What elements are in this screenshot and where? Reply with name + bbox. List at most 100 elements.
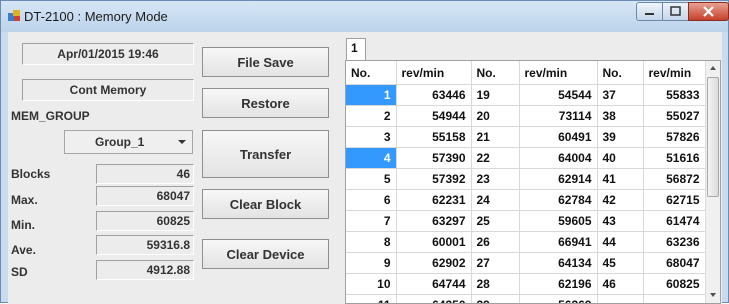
table-row[interactable]: 106474428621964660825 [346, 274, 705, 295]
rev-value-cell[interactable]: 55833 [643, 85, 705, 106]
row-number-cell[interactable]: 23 [471, 169, 519, 190]
row-number-cell[interactable]: 10 [346, 274, 396, 295]
row-number-cell[interactable]: 4 [346, 148, 396, 169]
col-header-rev[interactable]: rev/min [396, 61, 471, 85]
sd-value: 4912.88 [96, 260, 194, 280]
row-number-cell[interactable]: 25 [471, 211, 519, 232]
rev-value-cell[interactable]: 59605 [519, 211, 597, 232]
rev-value-cell[interactable]: 66941 [519, 232, 597, 253]
table-row[interactable]: 86000126669414463236 [346, 232, 705, 253]
memory-mode-display: Cont Memory [22, 79, 194, 101]
col-header-no[interactable]: No. [346, 61, 396, 85]
row-number-cell[interactable]: 38 [597, 106, 643, 127]
col-header-rev[interactable]: rev/min [519, 61, 597, 85]
rev-value-cell[interactable]: 60491 [519, 127, 597, 148]
row-number-cell[interactable]: 6 [346, 190, 396, 211]
rev-value-cell[interactable]: 62231 [396, 190, 471, 211]
table-row[interactable]: 16344619545443755833 [346, 85, 705, 106]
row-number-cell[interactable]: 26 [471, 232, 519, 253]
maximize-button[interactable] [662, 2, 689, 21]
row-number-cell[interactable]: 3 [346, 127, 396, 148]
rev-value-cell[interactable]: 55158 [396, 127, 471, 148]
rev-value-cell[interactable]: 62914 [519, 169, 597, 190]
close-button[interactable] [688, 2, 729, 21]
rev-value-cell[interactable]: 64134 [519, 253, 597, 274]
rev-value-cell[interactable]: 57390 [396, 148, 471, 169]
row-number-cell[interactable]: 28 [471, 274, 519, 295]
rev-value-cell[interactable]: 63297 [396, 211, 471, 232]
rev-value-cell[interactable]: 63236 [643, 232, 705, 253]
row-number-cell[interactable]: 41 [597, 169, 643, 190]
col-header-no[interactable]: No. [597, 61, 643, 85]
clear-block-button[interactable]: Clear Block [202, 189, 329, 219]
row-number-cell[interactable]: 24 [471, 190, 519, 211]
data-grid[interactable]: No. rev/min No. rev/min No. rev/min 1634… [345, 60, 721, 304]
rev-value-cell[interactable]: 55027 [643, 106, 705, 127]
table-row[interactable]: 55739223629144156872 [346, 169, 705, 190]
rev-value-cell[interactable]: 64004 [519, 148, 597, 169]
ave-value: 59316.8 [96, 235, 194, 255]
row-number-cell[interactable]: 40 [597, 148, 643, 169]
rev-value-cell[interactable]: 61474 [643, 211, 705, 232]
rev-value-cell[interactable]: 64744 [396, 274, 471, 295]
row-number-cell[interactable]: 1 [346, 85, 396, 106]
row-number-cell[interactable]: 37 [597, 85, 643, 106]
scroll-thumb[interactable] [707, 77, 719, 197]
table-row[interactable]: 76329725596054361474 [346, 211, 705, 232]
row-number-cell[interactable]: 39 [597, 127, 643, 148]
minimize-icon [637, 3, 662, 20]
restore-button[interactable]: Restore [202, 88, 329, 118]
row-number-cell[interactable]: 7 [346, 211, 396, 232]
row-number-cell[interactable]: 20 [471, 106, 519, 127]
rev-value-cell[interactable]: 73114 [519, 106, 597, 127]
scroll-up-icon[interactable] [710, 66, 716, 70]
rev-table: No. rev/min No. rev/min No. rev/min 1634… [346, 61, 706, 304]
row-number-cell[interactable]: 27 [471, 253, 519, 274]
min-value: 60825 [96, 211, 194, 231]
row-number-cell[interactable]: 22 [471, 148, 519, 169]
rev-value-cell[interactable]: 60825 [643, 274, 705, 295]
row-number-cell[interactable]: 2 [346, 106, 396, 127]
row-number-cell[interactable]: 45 [597, 253, 643, 274]
scroll-down-icon[interactable] [710, 293, 716, 297]
group-select[interactable]: Group_1 [64, 130, 193, 154]
table-row[interactable]: 25494420731143855027 [346, 106, 705, 127]
col-header-no[interactable]: No. [471, 61, 519, 85]
rev-value-cell[interactable]: 62196 [519, 274, 597, 295]
row-number-cell[interactable]: 42 [597, 190, 643, 211]
rev-value-cell[interactable]: 62902 [396, 253, 471, 274]
table-row[interactable]: 35515821604913957826 [346, 127, 705, 148]
rev-value-cell[interactable]: 62784 [519, 190, 597, 211]
tab-1[interactable]: 1 [346, 38, 366, 61]
minimize-button[interactable] [636, 2, 663, 21]
table-row[interactable]: 96290227641344568047 [346, 253, 705, 274]
table-row[interactable]: 66223124627844262715 [346, 190, 705, 211]
row-number-cell[interactable]: 5 [346, 169, 396, 190]
blocks-value: 46 [96, 164, 194, 184]
transfer-button[interactable]: Transfer [202, 130, 329, 178]
row-number-cell[interactable]: 21 [471, 127, 519, 148]
row-number-cell[interactable]: 9 [346, 253, 396, 274]
mem-group-label: MEM_GROUP [11, 109, 90, 123]
file-save-button[interactable]: File Save [202, 47, 329, 77]
rev-value-cell[interactable]: 54944 [396, 106, 471, 127]
rev-value-cell[interactable]: 63446 [396, 85, 471, 106]
vertical-scrollbar[interactable] [705, 61, 721, 303]
row-number-cell[interactable]: 8 [346, 232, 396, 253]
clear-device-button[interactable]: Clear Device [202, 239, 329, 269]
rev-value-cell[interactable]: 54544 [519, 85, 597, 106]
rev-value-cell[interactable]: 60001 [396, 232, 471, 253]
rev-value-cell[interactable]: 56872 [643, 169, 705, 190]
rev-value-cell[interactable]: 62715 [643, 190, 705, 211]
rev-value-cell[interactable]: 51616 [643, 148, 705, 169]
row-number-cell[interactable]: 46 [597, 274, 643, 295]
row-number-cell[interactable]: 43 [597, 211, 643, 232]
row-number-cell[interactable]: 19 [471, 85, 519, 106]
rev-value-cell[interactable]: 57392 [396, 169, 471, 190]
row-number-cell[interactable]: 44 [597, 232, 643, 253]
col-header-rev[interactable]: rev/min [643, 61, 705, 85]
title-bar[interactable]: DT-2100 : Memory Mode [1, 1, 728, 32]
rev-value-cell[interactable]: 68047 [643, 253, 705, 274]
table-row[interactable]: 45739022640044051616 [346, 148, 705, 169]
rev-value-cell[interactable]: 57826 [643, 127, 705, 148]
